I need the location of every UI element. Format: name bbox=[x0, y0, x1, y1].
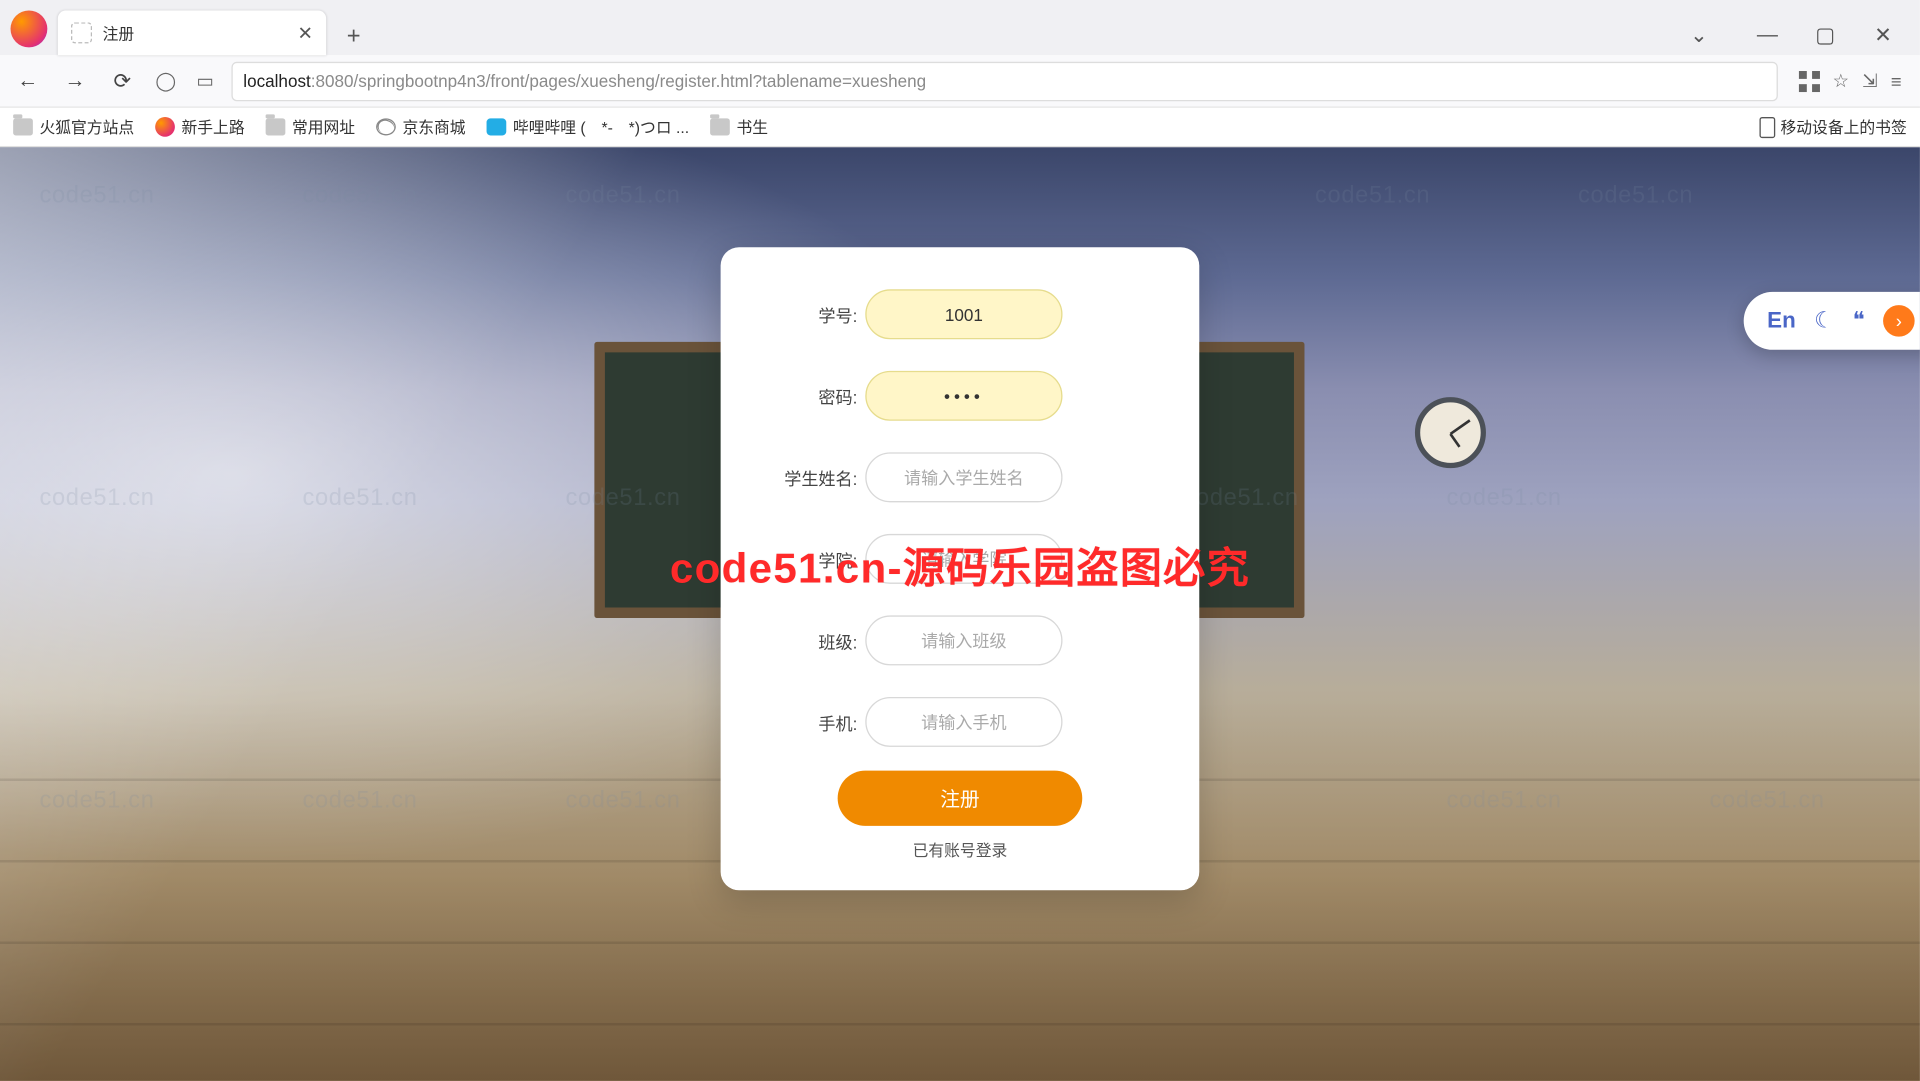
bilibili-icon bbox=[487, 118, 507, 135]
tab-favicon bbox=[71, 22, 92, 43]
bookmark-star-icon[interactable]: ☆ bbox=[1832, 70, 1849, 92]
mobile-bookmarks-button[interactable]: 移动设备上的书签 bbox=[1759, 116, 1906, 138]
bg-clock bbox=[1415, 397, 1486, 468]
login-link[interactable]: 已有账号登录 bbox=[757, 839, 1162, 861]
class-label: 班级: bbox=[757, 628, 857, 653]
qr-icon[interactable] bbox=[1798, 70, 1819, 91]
browser-tab-active[interactable]: 注册 ✕ bbox=[58, 11, 326, 56]
bookmark-item[interactable]: 京东商城 bbox=[376, 116, 465, 138]
language-pill[interactable]: En ☾ ❝ › bbox=[1744, 292, 1920, 350]
phone-label: 手机: bbox=[757, 709, 857, 734]
window-minimize-button[interactable]: — bbox=[1738, 16, 1796, 55]
tab-list-chevron-icon[interactable]: ⌄ bbox=[1670, 16, 1728, 55]
mobile-icon bbox=[1759, 116, 1775, 137]
window-close-button[interactable]: ✕ bbox=[1854, 16, 1912, 55]
url-path: :8080/springbootnp4n3/front/pages/xueshe… bbox=[311, 71, 926, 91]
folder-icon bbox=[710, 118, 730, 135]
url-bar[interactable]: localhost:8080/springbootnp4n3/front/pag… bbox=[231, 61, 1777, 100]
page-content: code51.cn code51.cn code51.cn code51.cn … bbox=[0, 147, 1920, 1081]
student-name-input[interactable] bbox=[865, 452, 1062, 502]
tracking-shield-icon[interactable]: ◯ bbox=[153, 70, 179, 92]
site-lock-icon[interactable]: ▭ bbox=[192, 70, 218, 92]
bookmark-item[interactable]: 火狐官方站点 bbox=[13, 116, 134, 138]
bookmarks-toolbar: 火狐官方站点 新手上路 常用网址 京东商城 哔哩哔哩 ( *- *)つロ ...… bbox=[0, 108, 1920, 147]
password-input[interactable] bbox=[865, 371, 1062, 421]
bookmark-item[interactable]: 常用网址 bbox=[266, 116, 355, 138]
quote-icon[interactable]: ❝ bbox=[1853, 308, 1865, 334]
nav-reload-button[interactable]: ⟳ bbox=[105, 68, 139, 94]
class-input[interactable] bbox=[865, 615, 1062, 665]
browser-nav-row: ← → ⟳ ◯ ▭ localhost:8080/springbootnp4n3… bbox=[0, 55, 1920, 108]
nav-forward-button[interactable]: → bbox=[58, 69, 92, 93]
app-menu-icon[interactable]: ≡ bbox=[1891, 70, 1902, 91]
extension-icon[interactable]: ⇲ bbox=[1862, 70, 1877, 92]
tab-title: 注册 bbox=[103, 22, 298, 44]
bookmark-item[interactable]: 新手上路 bbox=[155, 116, 244, 138]
lang-en-label[interactable]: En bbox=[1767, 308, 1796, 334]
register-button[interactable]: 注册 bbox=[838, 771, 1083, 826]
college-input[interactable] bbox=[865, 534, 1062, 584]
url-host: localhost bbox=[243, 71, 310, 91]
bookmark-item[interactable]: 书生 bbox=[710, 116, 768, 138]
firefox-mini-icon bbox=[155, 117, 175, 137]
student-id-input[interactable] bbox=[865, 289, 1062, 339]
new-tab-button[interactable]: + bbox=[334, 16, 373, 55]
globe-icon bbox=[376, 118, 396, 135]
phone-input[interactable] bbox=[865, 697, 1062, 747]
nav-back-button[interactable]: ← bbox=[11, 69, 45, 93]
student-name-label: 学生姓名: bbox=[757, 465, 857, 490]
student-id-label: 学号: bbox=[757, 302, 857, 327]
moon-icon[interactable]: ☾ bbox=[1814, 308, 1834, 334]
password-label: 密码: bbox=[757, 383, 857, 408]
firefox-icon bbox=[11, 11, 48, 48]
college-label: 学院: bbox=[757, 546, 857, 571]
tab-close-icon[interactable]: ✕ bbox=[298, 22, 313, 44]
window-maximize-button[interactable]: ▢ bbox=[1796, 16, 1854, 55]
browser-tab-strip: 注册 ✕ + ⌄ — ▢ ✕ bbox=[0, 0, 1920, 55]
folder-icon bbox=[266, 118, 286, 135]
folder-icon bbox=[13, 118, 33, 135]
bookmark-item[interactable]: 哔哩哔哩 ( *- *)つロ ... bbox=[487, 116, 690, 138]
expand-arrow-icon[interactable]: › bbox=[1883, 305, 1915, 337]
register-card: 学号: 密码: 学生姓名: 学院: 班级: 手机: bbox=[721, 247, 1200, 890]
